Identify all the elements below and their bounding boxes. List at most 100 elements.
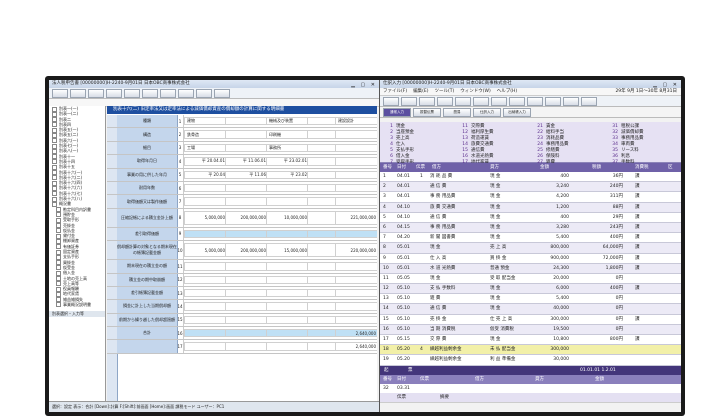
toolbar-button[interactable] [545, 96, 561, 106]
form-cell[interactable]: 2,640,000 [335, 342, 377, 351]
form-cell[interactable] [307, 275, 338, 284]
toolbar-button[interactable] [527, 96, 543, 106]
journal-row[interactable]: 16 05.10 当 期 消費税 仮受 消費税 19,500 0円 [380, 324, 681, 335]
form-cell[interactable] [335, 262, 377, 271]
toolbar-button[interactable] [124, 88, 140, 98]
form-cell[interactable] [307, 157, 338, 166]
toolbar-button[interactable] [473, 96, 489, 106]
toolbar-button[interactable] [88, 88, 104, 98]
form-cell[interactable] [184, 275, 228, 284]
form-cell[interactable]: 221,000,000 [335, 210, 377, 225]
form-cell[interactable] [225, 302, 269, 311]
journal-row[interactable]: 6 04.15 事 務 用品費 現 金 3,280 243円 課 [380, 222, 681, 234]
form-cell[interactable] [184, 229, 228, 239]
tab-button[interactable]: 振替伝票 [413, 107, 441, 117]
form-cell[interactable]: 事務所 [266, 143, 312, 153]
form-cell[interactable] [225, 183, 269, 193]
form-cell[interactable] [225, 197, 269, 206]
journal-row[interactable]: 10 05.01 水 道 光熱費 普通 預金 24,300 1,800円 課 [380, 263, 681, 274]
form-cell[interactable] [307, 329, 338, 338]
form-cell[interactable] [266, 275, 310, 284]
toolbar-button[interactable] [178, 88, 194, 98]
journal-row[interactable]: 17 05.15 交 際 費 現 金 10,800 800円 課 [380, 335, 681, 346]
form-cell[interactable] [184, 342, 228, 351]
form-cell[interactable] [184, 302, 228, 311]
form-cell[interactable] [307, 342, 338, 351]
form-cell[interactable] [335, 143, 377, 153]
form-cell[interactable]: 200,000,000 [225, 243, 269, 258]
form-cell[interactable] [307, 170, 338, 179]
tab-button[interactable]: 出納帳入力 [503, 107, 531, 117]
form-cell[interactable]: 200,000,000 [225, 210, 269, 225]
tab-button[interactable]: 仕訳入力 [473, 107, 501, 117]
toolbar-button[interactable] [70, 88, 86, 98]
form-cell[interactable] [184, 315, 228, 325]
form-cell[interactable] [335, 157, 377, 166]
toolbar-button[interactable] [401, 96, 417, 106]
toolbar-button[interactable] [563, 96, 579, 106]
form-cell[interactable]: 建物 [184, 117, 230, 126]
toolbar-button[interactable] [196, 88, 212, 98]
form-cell[interactable]: 5,000,000 [184, 210, 228, 225]
journal-row[interactable]: 15 05.10 売 掛 金 仕 売 上 高 300,000 0円 課 [380, 314, 681, 325]
form-cell[interactable]: 平 11.06.01 [225, 157, 269, 166]
form-cell[interactable] [307, 243, 338, 258]
form-cell[interactable] [225, 329, 269, 338]
toolbar-button[interactable] [437, 96, 453, 106]
journal-row[interactable]: 4 04.10 旅 費 交通費 現 金 1,200 88円 課 [380, 202, 681, 213]
form-cell[interactable] [266, 183, 310, 193]
menu-item[interactable]: ファイル(F) [383, 89, 407, 94]
form-cell[interactable] [335, 130, 377, 139]
form-cell[interactable] [225, 143, 271, 153]
tab-button[interactable]: 通常入力 [383, 107, 411, 117]
toolbar-button[interactable] [419, 96, 435, 106]
journal-row[interactable]: 3 04.01 事 務 用品費 現 金 4,200 311円 課 [380, 192, 681, 203]
form-cell[interactable] [307, 183, 338, 193]
form-cell[interactable]: 平 11.06 [225, 170, 269, 179]
journal-row[interactable]: 7 04.20 新 聞 図書費 現 金 5,400 400円 課 [380, 233, 681, 244]
toolbar-button[interactable] [52, 88, 68, 98]
toolbar-button[interactable] [581, 96, 597, 106]
form-cell[interactable]: 10,000,000 [266, 210, 310, 225]
form-cell[interactable] [335, 302, 377, 311]
form-cell[interactable]: 5,000,000 [184, 243, 228, 258]
entry-row[interactable]: 伝票 摘要 [380, 393, 681, 403]
form-cell[interactable] [266, 315, 310, 325]
journal-row[interactable]: 12 05.10 支 払 手数料 現 金 6,000 400円 課 [380, 284, 681, 295]
form-cell[interactable] [184, 329, 228, 338]
form-cell[interactable] [225, 275, 269, 284]
toolbar-button[interactable] [160, 88, 176, 98]
form-cell[interactable] [307, 210, 338, 225]
form-cell[interactable] [225, 315, 269, 325]
form-cell[interactable] [335, 315, 377, 325]
window-controls-icon[interactable]: ▁ ▢ ✕ [351, 81, 377, 88]
form-cell[interactable]: 平 23.02 [266, 170, 310, 179]
form-cell[interactable] [335, 183, 377, 193]
journal-row[interactable]: 18 05.20 4 繰越利益剰余金 未 払 配当金 300,000 [380, 345, 681, 356]
form-cell[interactable] [225, 130, 271, 139]
journal-row[interactable]: 14 05.10 通 信 費 現 金 40,000 0円 [380, 304, 681, 315]
form-cell[interactable] [225, 117, 271, 126]
form-cell[interactable] [266, 197, 310, 206]
toolbar-button[interactable] [383, 96, 399, 106]
form-cell[interactable]: 2,640,000 [335, 329, 377, 338]
form-tree[interactable]: 別表一(一) 別表一(二) 別表二 別表四 別表五(一) 別表五(二) 別表六(一) 別表七(… [49, 106, 106, 402]
journal-row[interactable]: 13 05.10 雑 費 現 金 5,400 0円 [380, 294, 681, 305]
form-cell[interactable] [225, 262, 269, 271]
journal-row[interactable]: 1 04.01 1 消 耗 品 費 現 金 400 36円 課 [380, 172, 681, 183]
form-cell[interactable] [335, 288, 377, 298]
form-cell[interactable]: 印刷機 [266, 130, 312, 139]
form-cell[interactable] [266, 288, 310, 298]
form-cell[interactable] [225, 342, 269, 351]
form-cell[interactable] [266, 229, 310, 239]
form-cell[interactable]: 15,000,000 [266, 243, 310, 258]
form-cell[interactable] [335, 275, 377, 284]
form-cell[interactable] [266, 262, 310, 271]
menu-item[interactable]: ツール(T) [434, 89, 454, 94]
form-cell[interactable] [266, 302, 310, 311]
toolbar-button[interactable] [491, 96, 507, 106]
form-cell[interactable]: 鉄骨造 [184, 130, 230, 139]
form-cell[interactable] [307, 315, 338, 325]
menu-item[interactable]: ヘルプ(H) [497, 89, 517, 94]
form-cell[interactable] [307, 197, 338, 206]
